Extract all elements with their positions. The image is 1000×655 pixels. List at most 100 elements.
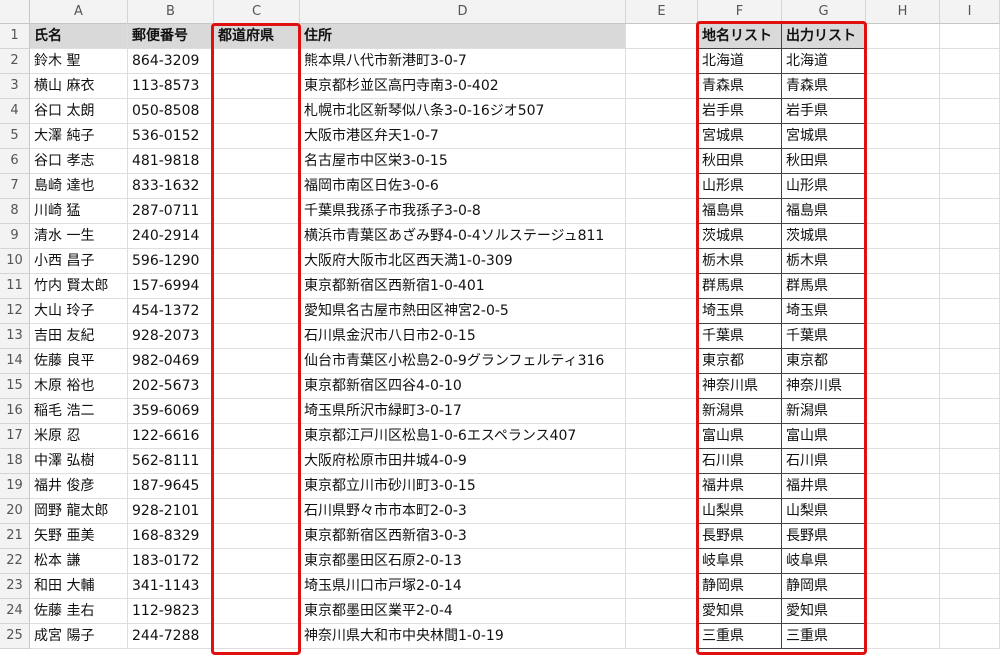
cell-address[interactable]: 東京都墨田区石原2-0-13 bbox=[300, 549, 626, 574]
row-header[interactable]: 15 bbox=[0, 374, 30, 399]
cell-prefecture[interactable] bbox=[214, 324, 300, 349]
cell-output-list[interactable]: 静岡県 bbox=[782, 574, 866, 599]
cell-postal-code[interactable]: 050-8508 bbox=[128, 99, 214, 124]
cell-prefecture[interactable] bbox=[214, 449, 300, 474]
cell-empty[interactable] bbox=[940, 124, 1000, 149]
cell-empty[interactable] bbox=[866, 499, 940, 524]
cell-empty[interactable] bbox=[626, 99, 698, 124]
cell-empty[interactable] bbox=[626, 374, 698, 399]
cell-empty[interactable] bbox=[866, 124, 940, 149]
cell-empty[interactable] bbox=[866, 249, 940, 274]
cell-address[interactable]: 東京都立川市砂川町3-0-15 bbox=[300, 474, 626, 499]
cell-empty[interactable] bbox=[866, 49, 940, 74]
cell-empty[interactable] bbox=[866, 324, 940, 349]
cell-name[interactable]: 成宮 陽子 bbox=[30, 624, 128, 649]
cell-name[interactable]: 木原 裕也 bbox=[30, 374, 128, 399]
cell-postal-code[interactable]: 157-6994 bbox=[128, 274, 214, 299]
cell-address[interactable]: 東京都杉並区高円寺南3-0-402 bbox=[300, 74, 626, 99]
cell-empty[interactable] bbox=[626, 424, 698, 449]
cell-empty[interactable] bbox=[940, 74, 1000, 99]
cell-place-list[interactable]: 石川県 bbox=[698, 449, 782, 474]
column-header-d[interactable]: D bbox=[300, 0, 626, 24]
cell-empty[interactable] bbox=[940, 224, 1000, 249]
cell-empty[interactable] bbox=[626, 549, 698, 574]
cell-name[interactable]: 谷口 太朗 bbox=[30, 99, 128, 124]
cell-place-list[interactable]: 福井県 bbox=[698, 474, 782, 499]
cell-output-list[interactable]: 山形県 bbox=[782, 174, 866, 199]
cell-empty[interactable] bbox=[940, 624, 1000, 649]
cell-place-list[interactable]: 岩手県 bbox=[698, 99, 782, 124]
cell-empty[interactable] bbox=[866, 399, 940, 424]
cell-place-list[interactable]: 岐阜県 bbox=[698, 549, 782, 574]
cell-empty[interactable] bbox=[940, 599, 1000, 624]
row-header[interactable]: 19 bbox=[0, 474, 30, 499]
select-all-corner[interactable] bbox=[0, 0, 30, 24]
cell-prefecture[interactable] bbox=[214, 624, 300, 649]
cell-prefecture[interactable] bbox=[214, 149, 300, 174]
cell-empty[interactable] bbox=[626, 224, 698, 249]
cell-name[interactable]: 清水 一生 bbox=[30, 224, 128, 249]
cell-address[interactable]: 札幌市北区新琴似八条3-0-16ジオ507 bbox=[300, 99, 626, 124]
cell-address[interactable]: 神奈川県大和市中央林間1-0-19 bbox=[300, 624, 626, 649]
cell-empty[interactable] bbox=[940, 424, 1000, 449]
column-header-g[interactable]: G bbox=[782, 0, 866, 24]
cell-name[interactable]: 大山 玲子 bbox=[30, 299, 128, 324]
cell-address[interactable]: 横浜市青葉区あざみ野4-0-4ソルステージュ811 bbox=[300, 224, 626, 249]
cell-place-list[interactable]: 栃木県 bbox=[698, 249, 782, 274]
cell-place-list[interactable]: 東京都 bbox=[698, 349, 782, 374]
cell-empty[interactable] bbox=[866, 599, 940, 624]
row-header[interactable]: 18 bbox=[0, 449, 30, 474]
row-header[interactable]: 12 bbox=[0, 299, 30, 324]
spreadsheet-grid[interactable]: A B C D E F G H I 1 氏名 郵便番号 都道府県 住所 地名リスト 出力リスト 2 鈴木 聖 864… bbox=[0, 0, 1000, 655]
row-header[interactable]: 14 bbox=[0, 349, 30, 374]
cell-empty[interactable] bbox=[626, 324, 698, 349]
row-header[interactable]: 25 bbox=[0, 624, 30, 649]
cell-output-list[interactable]: 長野県 bbox=[782, 524, 866, 549]
cell-postal-code[interactable]: 928-2101 bbox=[128, 499, 214, 524]
cell-output-list[interactable]: 宮城県 bbox=[782, 124, 866, 149]
row-header[interactable]: 2 bbox=[0, 49, 30, 74]
cell-place-list[interactable]: 青森県 bbox=[698, 74, 782, 99]
cell-empty[interactable] bbox=[626, 624, 698, 649]
row-header[interactable]: 7 bbox=[0, 174, 30, 199]
cell-place-list[interactable]: 三重県 bbox=[698, 624, 782, 649]
cell-empty[interactable] bbox=[866, 199, 940, 224]
row-header[interactable]: 21 bbox=[0, 524, 30, 549]
cell-empty[interactable] bbox=[626, 124, 698, 149]
cell-address[interactable]: 東京都新宿区西新宿1-0-401 bbox=[300, 274, 626, 299]
cell-place-list[interactable]: 北海道 bbox=[698, 49, 782, 74]
cell-postal-code[interactable]: 183-0172 bbox=[128, 549, 214, 574]
cell-empty[interactable] bbox=[626, 174, 698, 199]
cell-empty[interactable] bbox=[626, 399, 698, 424]
cell-output-list[interactable]: 福井県 bbox=[782, 474, 866, 499]
cell-postal-code[interactable]: 359-6069 bbox=[128, 399, 214, 424]
cell-name[interactable]: 谷口 孝志 bbox=[30, 149, 128, 174]
cell-output-list[interactable]: 千葉県 bbox=[782, 324, 866, 349]
cell-address[interactable]: 埼玉県川口市戸塚2-0-14 bbox=[300, 574, 626, 599]
cell-place-list[interactable]: 群馬県 bbox=[698, 274, 782, 299]
cell-prefecture[interactable] bbox=[214, 199, 300, 224]
cell-empty[interactable] bbox=[626, 524, 698, 549]
cell-empty[interactable] bbox=[866, 374, 940, 399]
cell-empty[interactable] bbox=[940, 49, 1000, 74]
cell-postal-code[interactable]: 562-8111 bbox=[128, 449, 214, 474]
cell-output-list[interactable]: 愛知県 bbox=[782, 599, 866, 624]
cell-empty[interactable] bbox=[866, 24, 940, 49]
row-header[interactable]: 20 bbox=[0, 499, 30, 524]
cell-empty[interactable] bbox=[940, 549, 1000, 574]
cell-place-list[interactable]: 山形県 bbox=[698, 174, 782, 199]
cell-output-list[interactable]: 北海道 bbox=[782, 49, 866, 74]
cell-address[interactable]: 福岡市南区日佐3-0-6 bbox=[300, 174, 626, 199]
cell-prefecture[interactable] bbox=[214, 424, 300, 449]
cell-output-list[interactable]: 青森県 bbox=[782, 74, 866, 99]
cell-postal-code[interactable]: 113-8573 bbox=[128, 74, 214, 99]
cell-address[interactable]: 千葉県我孫子市我孫子3-0-8 bbox=[300, 199, 626, 224]
cell-output-list[interactable]: 富山県 bbox=[782, 424, 866, 449]
cell-name[interactable]: 島崎 達也 bbox=[30, 174, 128, 199]
cell-postal-code[interactable]: 833-1632 bbox=[128, 174, 214, 199]
cell-output-list[interactable]: 栃木県 bbox=[782, 249, 866, 274]
row-header[interactable]: 11 bbox=[0, 274, 30, 299]
cell-output-list[interactable]: 東京都 bbox=[782, 349, 866, 374]
cell-empty[interactable] bbox=[866, 449, 940, 474]
cell-prefecture[interactable] bbox=[214, 349, 300, 374]
